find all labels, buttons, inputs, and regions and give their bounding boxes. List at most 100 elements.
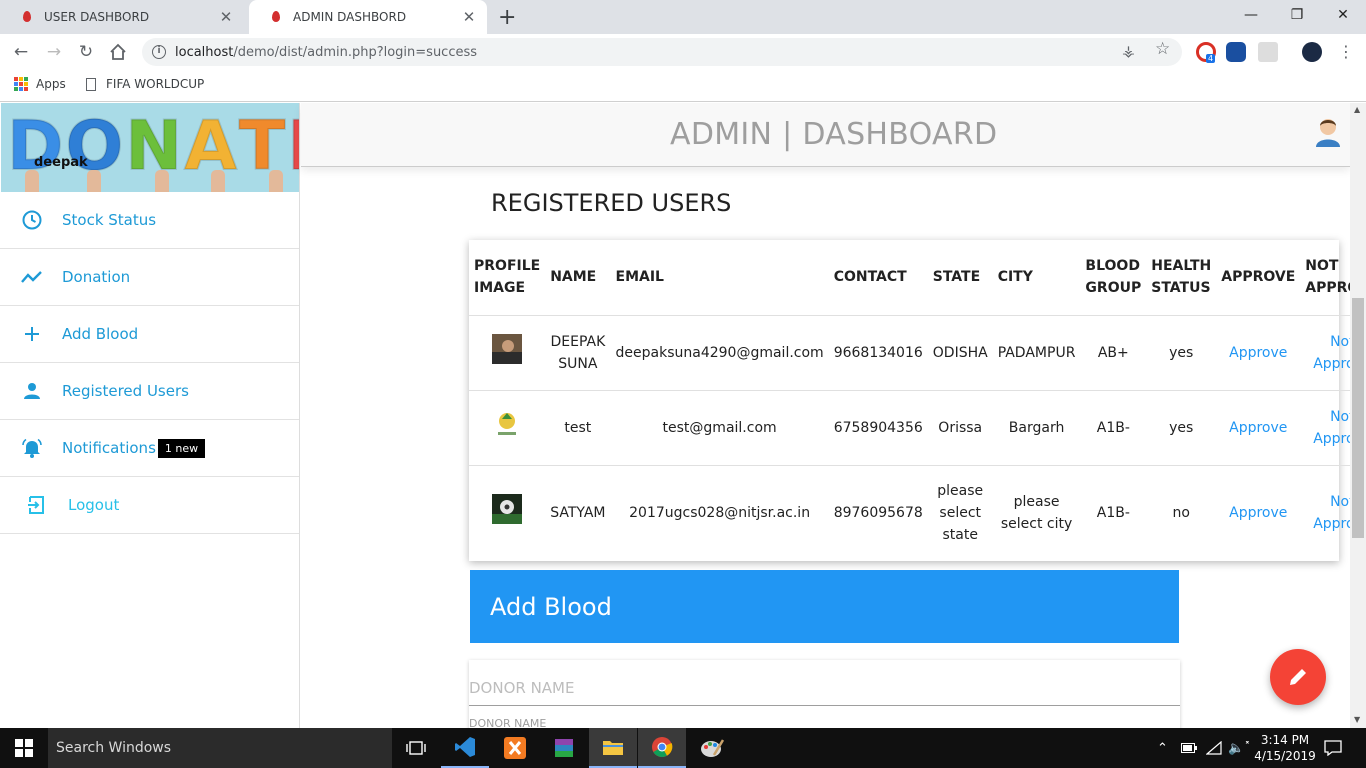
- new-tab-button[interactable]: +: [498, 5, 516, 30]
- sidebar-item-logout[interactable]: Logout: [0, 477, 299, 534]
- vscode-icon[interactable]: [441, 728, 489, 768]
- sidebar-username: deepak: [34, 155, 88, 170]
- sidebar-item-donation[interactable]: Donation: [0, 249, 299, 306]
- user-city: PADAMPUR: [992, 315, 1081, 391]
- reload-icon[interactable]: ↻: [74, 40, 98, 64]
- extension-cast-icon[interactable]: [1226, 42, 1246, 62]
- approve-link[interactable]: Approve: [1216, 465, 1300, 560]
- hand-graphic: [269, 170, 283, 192]
- user-blood-group: A1B-: [1080, 390, 1147, 466]
- sidebar-item-stock-status[interactable]: Stock Status: [0, 192, 299, 249]
- registered-users-title: REGISTERED USERS: [491, 189, 732, 217]
- taskbar-search[interactable]: Search Windows: [48, 728, 392, 768]
- task-view-icon[interactable]: [392, 728, 440, 768]
- table-header-row: PROFILE IMAGE NAME EMAIL CONTACT STATE C…: [469, 240, 1366, 316]
- profile-image-cell: [469, 390, 546, 466]
- page-header: ADMIN | DASHBOARD: [301, 103, 1350, 167]
- page-scrollbar[interactable]: ▲ ▼: [1350, 103, 1366, 728]
- extension-red-icon[interactable]: 4: [1196, 42, 1216, 63]
- user-state: please select state: [937, 482, 984, 543]
- url-host: localhost: [175, 44, 234, 60]
- chrome-icon[interactable]: [638, 728, 686, 768]
- sidebar-item-label: Notifications: [62, 439, 156, 457]
- user-name: SATYAM: [550, 504, 606, 521]
- start-button[interactable]: [0, 728, 48, 768]
- bookmark-apps[interactable]: Apps: [14, 77, 66, 91]
- file-explorer-icon[interactable]: [589, 728, 637, 768]
- sidebar-item-label: Stock Status: [62, 211, 157, 229]
- sidebar-item-notifications[interactable]: Notifications 1 new: [0, 420, 299, 477]
- show-hidden-icons-icon[interactable]: ⌃: [1157, 728, 1168, 768]
- clock-icon: [21, 209, 43, 231]
- approve-link[interactable]: Approve: [1216, 315, 1301, 391]
- bookmark-fifa-worldcup[interactable]: FIFA WORLDCUP: [86, 77, 204, 91]
- xampp-icon[interactable]: [491, 728, 539, 768]
- add-blood-title: Add Blood: [490, 593, 612, 621]
- column-header: EMAIL: [610, 240, 829, 316]
- column-header: HEALTH STATUS: [1146, 240, 1217, 316]
- sidebar-item-registered-users[interactable]: Registered Users: [0, 363, 299, 420]
- profile-image: [492, 409, 523, 439]
- user-contact: 8976095678: [833, 504, 923, 521]
- forward-arrow-icon[interactable]: →: [42, 40, 66, 64]
- donor-name-label: DONOR NAME: [469, 717, 547, 728]
- pencil-icon: [1290, 669, 1306, 685]
- user-email: 2017ugcs028@nitjsr.ac.in: [629, 504, 811, 521]
- window-close-icon[interactable]: ✕: [1320, 0, 1366, 30]
- menu-kebab-icon[interactable]: ⋮: [1338, 42, 1354, 61]
- minimize-icon[interactable]: —: [1228, 0, 1274, 30]
- bell-icon: [21, 437, 43, 459]
- winrar-icon[interactable]: [540, 728, 588, 768]
- user-city: Bargarh: [992, 390, 1081, 466]
- tab-title: ADMIN DASHBORD: [293, 10, 407, 24]
- battery-icon[interactable]: [1181, 728, 1197, 768]
- browser-tab-strip: USER DASHBORD ✕ ADMIN DASHBORD ✕ + — ❐ ✕: [0, 0, 1366, 34]
- avatar[interactable]: [1314, 115, 1342, 147]
- user-contact: 6758904356: [828, 390, 928, 466]
- close-icon[interactable]: ✕: [216, 8, 236, 26]
- info-icon[interactable]: i: [152, 45, 166, 59]
- restore-icon[interactable]: ❐: [1274, 0, 1320, 30]
- home-icon[interactable]: [106, 40, 130, 64]
- user-blood-group: AB+: [1080, 315, 1147, 391]
- scroll-down-arrow-icon[interactable]: ▼: [1354, 715, 1360, 724]
- tab-admin-dashbord[interactable]: ADMIN DASHBORD ✕: [249, 0, 487, 34]
- logo-letters: DONATE: [6, 107, 299, 186]
- bookmark-label: FIFA WORLDCUP: [106, 77, 205, 91]
- tab-user-dashbord[interactable]: USER DASHBORD ✕: [0, 0, 244, 34]
- key-icon[interactable]: ⚶: [1122, 42, 1135, 60]
- extension-grey-icon[interactable]: [1258, 42, 1278, 62]
- scrollbar-thumb[interactable]: [1352, 298, 1364, 538]
- sidebar-item-add-blood[interactable]: Add Blood: [0, 306, 299, 363]
- volume-muted-icon[interactable]: 🔈˟: [1228, 728, 1251, 768]
- notification-badge: 1 new: [157, 438, 206, 458]
- profile-image-cell: [469, 315, 546, 391]
- user-health-status: yes: [1146, 390, 1217, 466]
- clock-date: 4/15/2019: [1254, 749, 1316, 763]
- sidebar-item-label: Registered Users: [62, 382, 189, 400]
- user-contact: 9668134016: [828, 315, 928, 391]
- table-row: SATYAM 2017ugcs028@nitjsr.ac.in 89760956…: [469, 465, 1366, 560]
- approve-link[interactable]: Approve: [1216, 390, 1301, 466]
- action-center-icon[interactable]: [1324, 728, 1342, 768]
- bookmark-label: Apps: [36, 77, 66, 91]
- paint-icon[interactable]: [688, 728, 736, 768]
- logout-icon: [26, 494, 48, 516]
- address-bar[interactable]: i localhost/demo/dist/admin.php?login=su…: [142, 38, 1182, 66]
- close-icon[interactable]: ✕: [459, 8, 479, 26]
- user-email: test@gmail.com: [610, 390, 829, 466]
- profile-icon[interactable]: [1302, 42, 1322, 62]
- user-state: Orissa: [927, 390, 993, 466]
- scroll-up-arrow-icon[interactable]: ▲: [1354, 105, 1360, 114]
- edit-fab-button[interactable]: [1270, 649, 1326, 705]
- blood-drop-favicon-icon: [20, 10, 34, 24]
- sidebar-item-label: Add Blood: [62, 325, 139, 343]
- sidebar-item-label: Logout: [68, 496, 120, 514]
- table-row: test test@gmail.com 6758904356 Orissa Ba…: [469, 390, 1366, 466]
- star-icon[interactable]: ☆: [1155, 39, 1170, 59]
- back-arrow-icon[interactable]: ←: [9, 40, 33, 64]
- wifi-icon[interactable]: [1206, 728, 1222, 768]
- add-blood-form: DONOR NAME: [469, 660, 1180, 728]
- donor-name-input[interactable]: [469, 670, 1180, 706]
- taskbar-clock[interactable]: 3:14 PM 4/15/2019: [1250, 732, 1320, 764]
